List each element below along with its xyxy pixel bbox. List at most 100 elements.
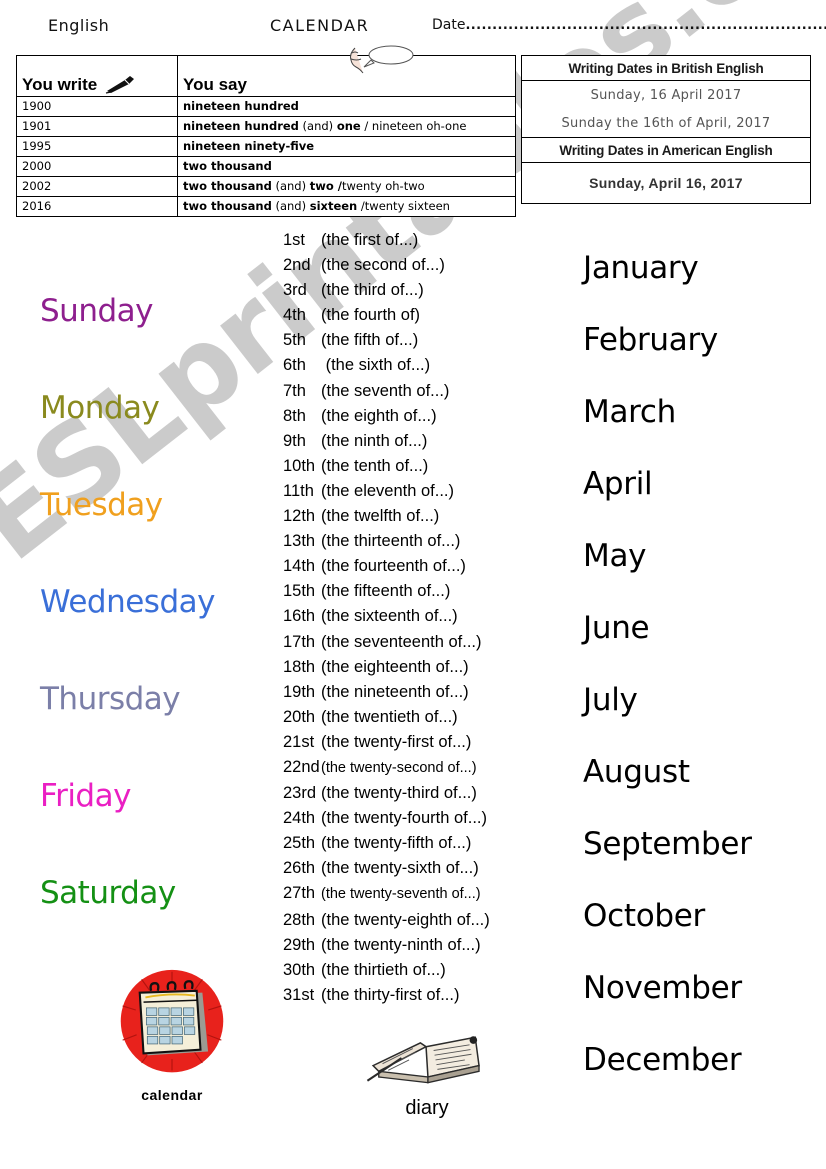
month-may: May (583, 538, 647, 574)
date-field: Date....................................… (432, 17, 826, 33)
ordinal-spoken-form: (the twenty-first of...) (321, 732, 472, 751)
month-january: January (583, 250, 699, 286)
calendar-picture-card: calendar (112, 968, 232, 1103)
pronunciation-cell: nineteen ninety-five (177, 136, 516, 157)
month-july: July (583, 682, 638, 718)
table-row: Sunday the 16th of April, 2017 (521, 109, 811, 138)
month-april: April (583, 466, 653, 502)
american-dates-heading: Writing Dates in American English (521, 137, 811, 163)
ordinal-number: 2nd (283, 256, 311, 275)
ordinal-number: 1st (283, 231, 306, 249)
ordinal-number: 26th (283, 859, 316, 878)
you-write-you-say-table: You write You say 1900 nineteen hundred … (16, 45, 516, 217)
table-header-row: You write You say (16, 45, 516, 97)
ordinal-number: 25th (283, 834, 316, 853)
year-cell: 2016 (16, 196, 178, 217)
year-cell: 2000 (16, 156, 178, 177)
ordinal-row: 7th (the seventh of...) (283, 379, 553, 404)
table-row: Sunday, 16 April 2017 (521, 80, 811, 109)
month-march: March (583, 394, 676, 430)
ordinal-spoken-form: (the twenty-sixth of...) (321, 859, 479, 878)
ordinal-spoken-form: (the sixth of...) (321, 356, 431, 375)
ordinal-row: 9th (the ninth of...) (283, 429, 553, 454)
subject-label: English (48, 16, 110, 35)
ordinal-row: 12th (the twelfth of...) (283, 504, 553, 529)
british-dates-heading: Writing Dates in British English (521, 55, 811, 81)
ordinal-number: 16th (283, 607, 316, 626)
month-december: December (583, 1042, 742, 1078)
ordinal-spoken-form: (the fourth of) (321, 306, 421, 325)
ordinal-number: 21st (283, 732, 315, 751)
date-label: Date (432, 17, 466, 33)
ordinal-row: 1st (the first of...) (283, 228, 553, 253)
day-of-week-saturday: Saturday (40, 875, 176, 911)
ordinal-spoken-form: (the fifteenth of...) (321, 582, 451, 601)
year-cell: 1900 (16, 96, 178, 117)
ordinal-spoken-form: (the third of...) (321, 281, 424, 300)
ordinal-number: 14th (283, 557, 316, 576)
ordinal-numbers-column: 1st (the first of...) 2nd (the second of...… (283, 228, 553, 1008)
month-june: June (583, 610, 650, 646)
ordinal-row: 28th (the twenty-eighth of...) (283, 908, 553, 933)
ordinal-row: 8th (the eighth of...) (283, 404, 553, 429)
pronunciation-cell: two thousand (and) sixteen /twenty sixte… (177, 196, 516, 217)
ordinal-number: 9th (283, 431, 306, 450)
pronunciation-cell: nineteen hundred (177, 96, 516, 117)
table-row: Sunday, April 16, 2017 (521, 162, 811, 204)
ordinal-spoken-form: (the fourteenth of...) (321, 557, 466, 576)
ordinal-number: 29th (283, 935, 316, 954)
calendar-caption: calendar (141, 1087, 203, 1103)
ordinal-row: 6th (the sixth of...) (283, 353, 553, 378)
ordinal-row: 18th (the eighteenth of...) (283, 655, 553, 680)
ordinal-spoken-form: (the fifth of...) (321, 331, 419, 350)
ordinal-row: 2nd (the second of...) (283, 253, 553, 278)
ordinal-number: 17th (283, 632, 316, 651)
ordinal-spoken-form: (the twentieth of...) (321, 707, 458, 726)
ordinal-row: 25th (the twenty-fifth of...) (283, 831, 553, 856)
day-of-week-monday: Monday (40, 390, 160, 426)
ordinal-spoken-form: (the ninth of...) (321, 431, 428, 450)
ordinal-spoken-form: (the sixteenth of...) (321, 607, 458, 626)
ordinal-row: 15th (the fifteenth of...) (283, 579, 553, 604)
ordinal-number: 19th (283, 682, 316, 701)
ordinal-number: 12th (283, 507, 316, 526)
pronunciation-cell: two thousand (177, 156, 516, 177)
table-row: 2002 two thousand (and) two /twenty oh-tw… (16, 176, 516, 197)
ordinal-number: 13th (283, 532, 316, 551)
ordinal-number: 30th (283, 960, 316, 979)
british-date-example: Sunday the 16th of April, 2017 (521, 109, 811, 138)
ordinal-number: 8th (283, 406, 306, 425)
ordinal-number: 28th (283, 910, 316, 929)
ordinal-number: 20th (283, 707, 316, 726)
page-title: CALENDAR (270, 16, 370, 35)
ordinal-spoken-form: (the twenty-seventh of...) (321, 886, 481, 903)
months-column: January February March April May June July Augu… (583, 253, 826, 1076)
worksheet-page: ESLprintables.com English CALENDAR Date.… (0, 0, 826, 1169)
table-row: 1995 nineteen ninety-five (16, 136, 516, 157)
ordinal-row: 24th (the twenty-fourth of...) (283, 806, 553, 831)
ordinal-spoken-form: (the eighth of...) (321, 406, 437, 425)
ordinal-spoken-form: (the tenth of...) (321, 456, 429, 475)
ordinal-number: 22nd (283, 757, 320, 776)
day-of-week-sunday: Sunday (40, 293, 154, 329)
ordinal-spoken-form: (the eleventh of...) (321, 481, 454, 500)
ordinal-number: 18th (283, 657, 316, 676)
ordinal-row: 3rd (the third of...) (283, 278, 553, 303)
ordinal-row: 27th (the twenty-seventh of...) (283, 881, 553, 907)
month-august: August (583, 754, 690, 790)
open-book-icon (362, 1036, 492, 1098)
ordinal-row: 23rd (the twenty-third of...) (283, 781, 553, 806)
ordinal-number: 10th (283, 456, 316, 475)
ordinal-spoken-form: (the first of...) (321, 231, 419, 249)
you-write-header-cell: You write (16, 55, 178, 97)
ordinal-row: 22nd(the twenty-second of...) (283, 755, 553, 781)
ordinal-row: 13th (the thirteenth of...) (283, 529, 553, 554)
ordinal-row: 5th (the fifth of...) (283, 328, 553, 353)
ordinal-number: 24th (283, 809, 316, 828)
ordinal-row: 14th (the fourteenth of...) (283, 554, 553, 579)
ordinal-row: 26th (the twenty-sixth of...) (283, 856, 553, 881)
british-date-example: Sunday, 16 April 2017 (521, 80, 811, 109)
ordinal-spoken-form: (the seventeenth of...) (321, 632, 482, 651)
ordinal-spoken-form: (the twenty-second of...) (321, 759, 477, 776)
ordinal-row: 29th (the twenty-ninth of...) (283, 933, 553, 958)
